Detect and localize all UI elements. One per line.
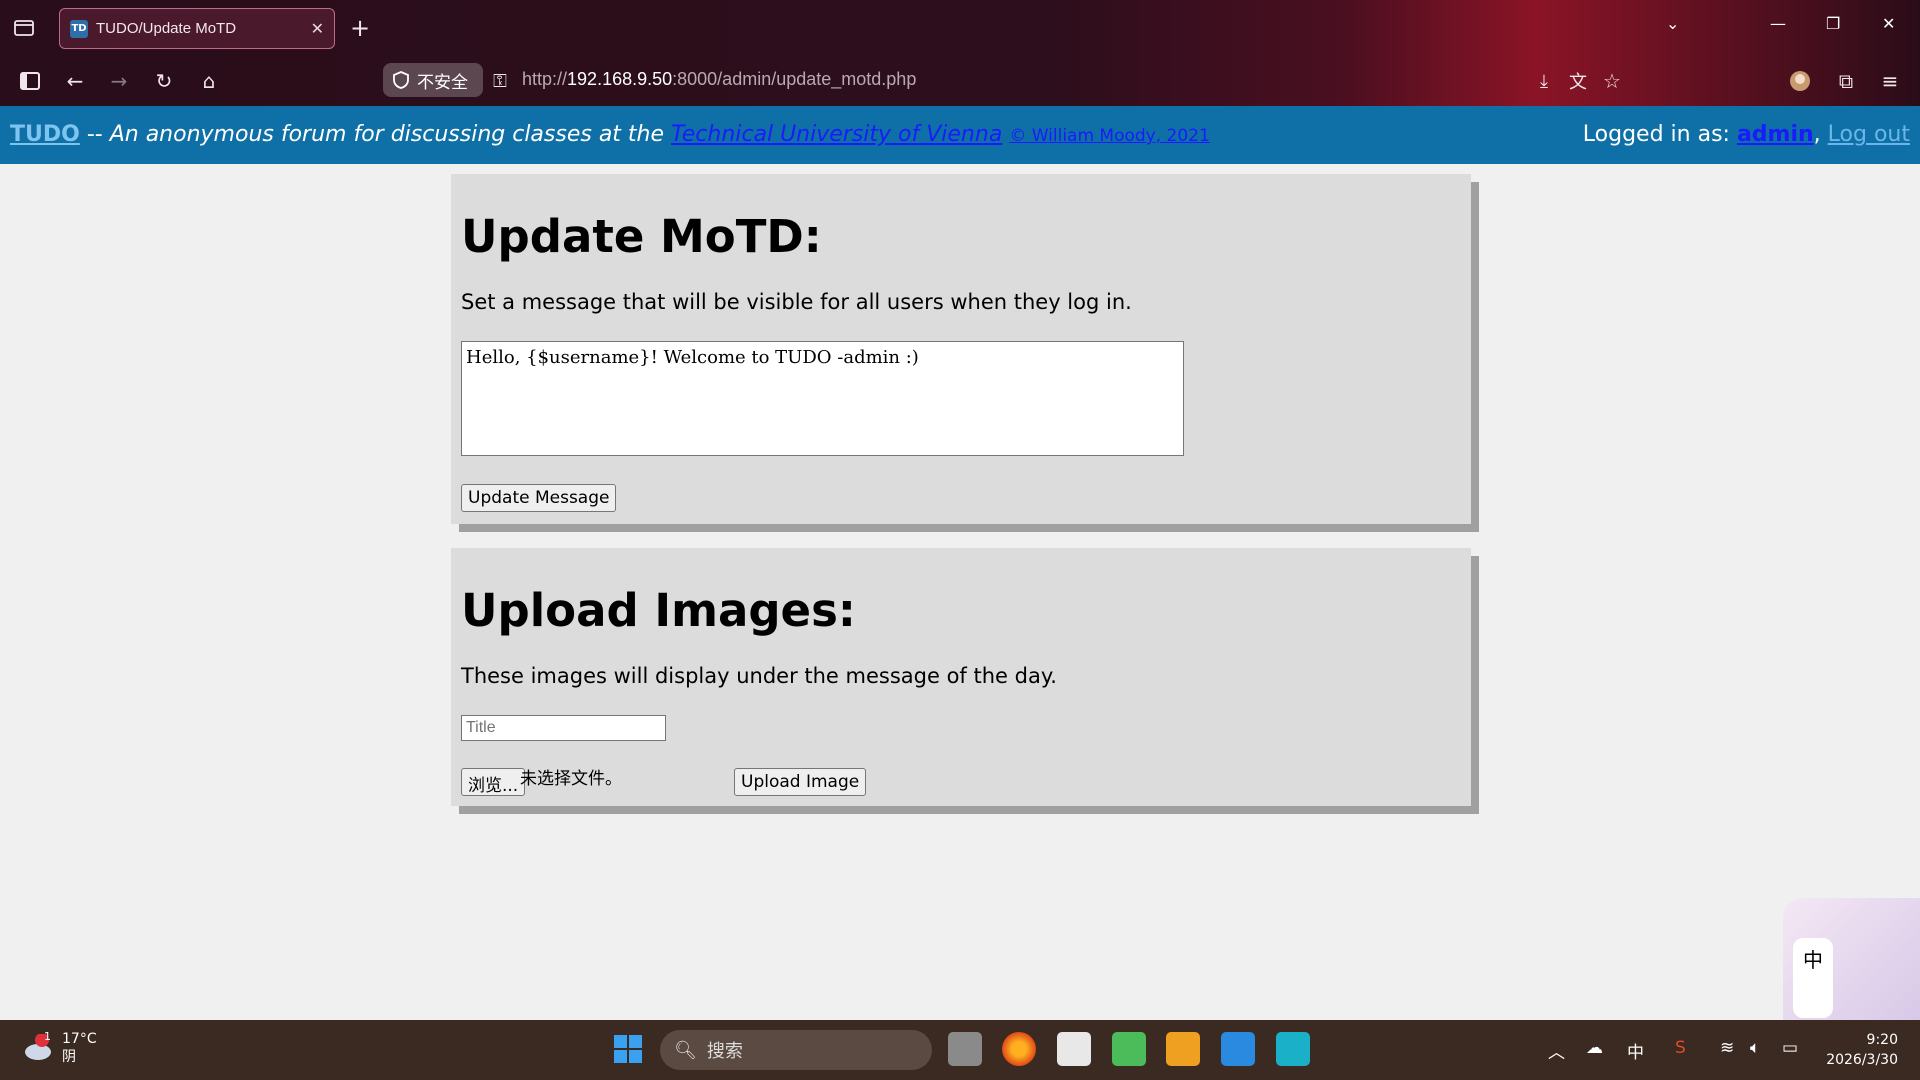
upload-images-panel: Upload Images: These images will display…: [451, 548, 1471, 806]
weather-widget[interactable]: 1 17°C 阴: [22, 1030, 97, 1066]
firefox-icon[interactable]: [1002, 1032, 1036, 1066]
tab-list-icon[interactable]: [12, 16, 36, 40]
terminal-app-icon[interactable]: [1276, 1032, 1310, 1066]
ime-mode-badge[interactable]: 中: [1793, 938, 1833, 1018]
tab-title: TUDO/Update MoTD: [96, 20, 237, 37]
show-hidden-icons-chevron-icon[interactable]: ︿: [1548, 1038, 1565, 1063]
reload-icon[interactable]: ↻: [151, 68, 177, 94]
url-prefix: http://: [522, 69, 568, 89]
upload-heading: Upload Images:: [461, 584, 856, 637]
search-label: 搜索: [706, 1041, 743, 1062]
search-icon: 🔍︎: [674, 1039, 697, 1061]
restore-button[interactable]: ❐: [1826, 14, 1840, 33]
navigation-bar: ← → ↻ ⌂ 不安全 ⚿ http://192.168.9.50:8000/a…: [0, 56, 1920, 106]
header-left: TUDO -- An anonymous forum for discussin…: [10, 122, 1210, 147]
chevron-down-icon[interactable]: ⌄: [1666, 14, 1679, 33]
upload-description: These images will display under the mess…: [461, 664, 1057, 688]
site-header: TUDO -- An anonymous forum for discussin…: [0, 106, 1920, 164]
copyright-link[interactable]: © William Moody, 2021: [1009, 126, 1210, 146]
system-clock[interactable]: 9:20 2026/3/30: [1826, 1030, 1898, 1070]
taskbar: 1 17°C 阴 🔍︎ 搜索 ︿ ☁ 中 S ≋ 🔈︎ ▭ 9:20 2026/…: [0, 1020, 1920, 1080]
tab-bar: TD TUDO/Update MoTD ✕ + ⌄ — ❐ ✕: [0, 0, 1920, 56]
menu-icon[interactable]: ≡: [1877, 68, 1903, 94]
battery-icon[interactable]: ▭: [1782, 1038, 1798, 1058]
security-label: 不安全: [417, 72, 468, 93]
close-tab-icon[interactable]: ✕: [311, 19, 324, 38]
ime-mode-label: 中: [1803, 948, 1823, 972]
header-comma: ,: [1813, 122, 1828, 147]
motd-heading: Update MoTD:: [461, 210, 822, 263]
extensions-icon[interactable]: ⧉: [1833, 68, 1859, 94]
upload-image-button[interactable]: Upload Image: [734, 768, 867, 796]
start-windows-icon[interactable]: [611, 1032, 645, 1066]
update-motd-panel: Update MoTD: Set a message that will be …: [451, 174, 1471, 524]
new-tab-button[interactable]: +: [350, 14, 370, 42]
taskbar-search[interactable]: 🔍︎ 搜索: [660, 1030, 932, 1070]
site-favicon-icon: TD: [70, 19, 88, 38]
university-link[interactable]: Technical University of Vienna: [671, 122, 1002, 147]
back-icon[interactable]: ←: [62, 68, 88, 94]
vmware-icon[interactable]: [1166, 1032, 1200, 1066]
vscode-icon[interactable]: [1221, 1032, 1255, 1066]
bookmark-star-icon[interactable]: ☆: [1599, 68, 1625, 94]
minimize-button[interactable]: —: [1770, 14, 1786, 33]
weather-badge: 1: [44, 1030, 51, 1043]
address-bar[interactable]: http://192.168.9.50:8000/admin/update_mo…: [522, 69, 916, 90]
brand-link[interactable]: TUDO: [10, 122, 80, 147]
input-language[interactable]: 中: [1627, 1038, 1644, 1063]
sogou-ime-icon[interactable]: S: [1675, 1038, 1686, 1058]
forward-icon[interactable]: →: [106, 68, 132, 94]
green-app-icon[interactable]: [1112, 1032, 1146, 1066]
clock-time: 9:20: [1866, 1032, 1898, 1048]
shield-icon: [393, 71, 409, 89]
browser-chrome: TD TUDO/Update MoTD ✕ + ⌄ — ❐ ✕ ← → ↻ ⌂ …: [0, 0, 1920, 106]
image-title-input[interactable]: [461, 715, 666, 741]
snipping-tool-icon[interactable]: [1057, 1032, 1091, 1066]
motd-description: Set a message that will be visible for a…: [461, 290, 1132, 314]
task-view-icon[interactable]: [948, 1032, 982, 1066]
logged-in-label: Logged in as:: [1582, 122, 1737, 147]
username-link[interactable]: admin: [1737, 122, 1814, 147]
volume-icon[interactable]: 🔈︎: [1750, 1038, 1760, 1058]
ime-floating-widget[interactable]: 中: [1783, 898, 1920, 1020]
key-icon[interactable]: ⚿: [487, 68, 513, 94]
sidebar-toggle-icon[interactable]: [17, 68, 43, 94]
tagline: An anonymous forum for discussing classe…: [109, 122, 672, 147]
url-path: :8000/admin/update_motd.php: [672, 69, 917, 89]
download-icon[interactable]: ⤓: [1531, 68, 1557, 94]
profile-avatar-icon[interactable]: [1787, 68, 1813, 94]
security-indicator[interactable]: 不安全: [383, 63, 483, 97]
weather-condition: 阴: [62, 1049, 76, 1065]
browse-file-button[interactable]: 浏览...: [461, 768, 526, 796]
url-host: 192.168.9.50: [567, 69, 673, 89]
logout-link[interactable]: Log out: [1828, 122, 1910, 147]
clock-date: 2026/3/30: [1826, 1052, 1898, 1068]
wifi-icon[interactable]: ≋: [1720, 1038, 1734, 1058]
header-separator: --: [79, 122, 110, 147]
close-window-button[interactable]: ✕: [1882, 14, 1895, 33]
update-message-button[interactable]: Update Message: [461, 484, 617, 512]
active-tab[interactable]: TD TUDO/Update MoTD ✕: [59, 8, 335, 49]
home-icon[interactable]: ⌂: [196, 68, 222, 94]
header-right: Logged in as: admin, Log out: [1583, 122, 1910, 147]
no-file-selected-text: 未选择文件。: [520, 769, 622, 789]
temperature: 17°C: [62, 1031, 97, 1047]
translate-icon[interactable]: 文: [1565, 68, 1591, 94]
motd-textarea[interactable]: Hello, {$username}! Welcome to TUDO -adm…: [461, 341, 1184, 456]
onedrive-cloud-icon[interactable]: ☁: [1586, 1038, 1603, 1058]
